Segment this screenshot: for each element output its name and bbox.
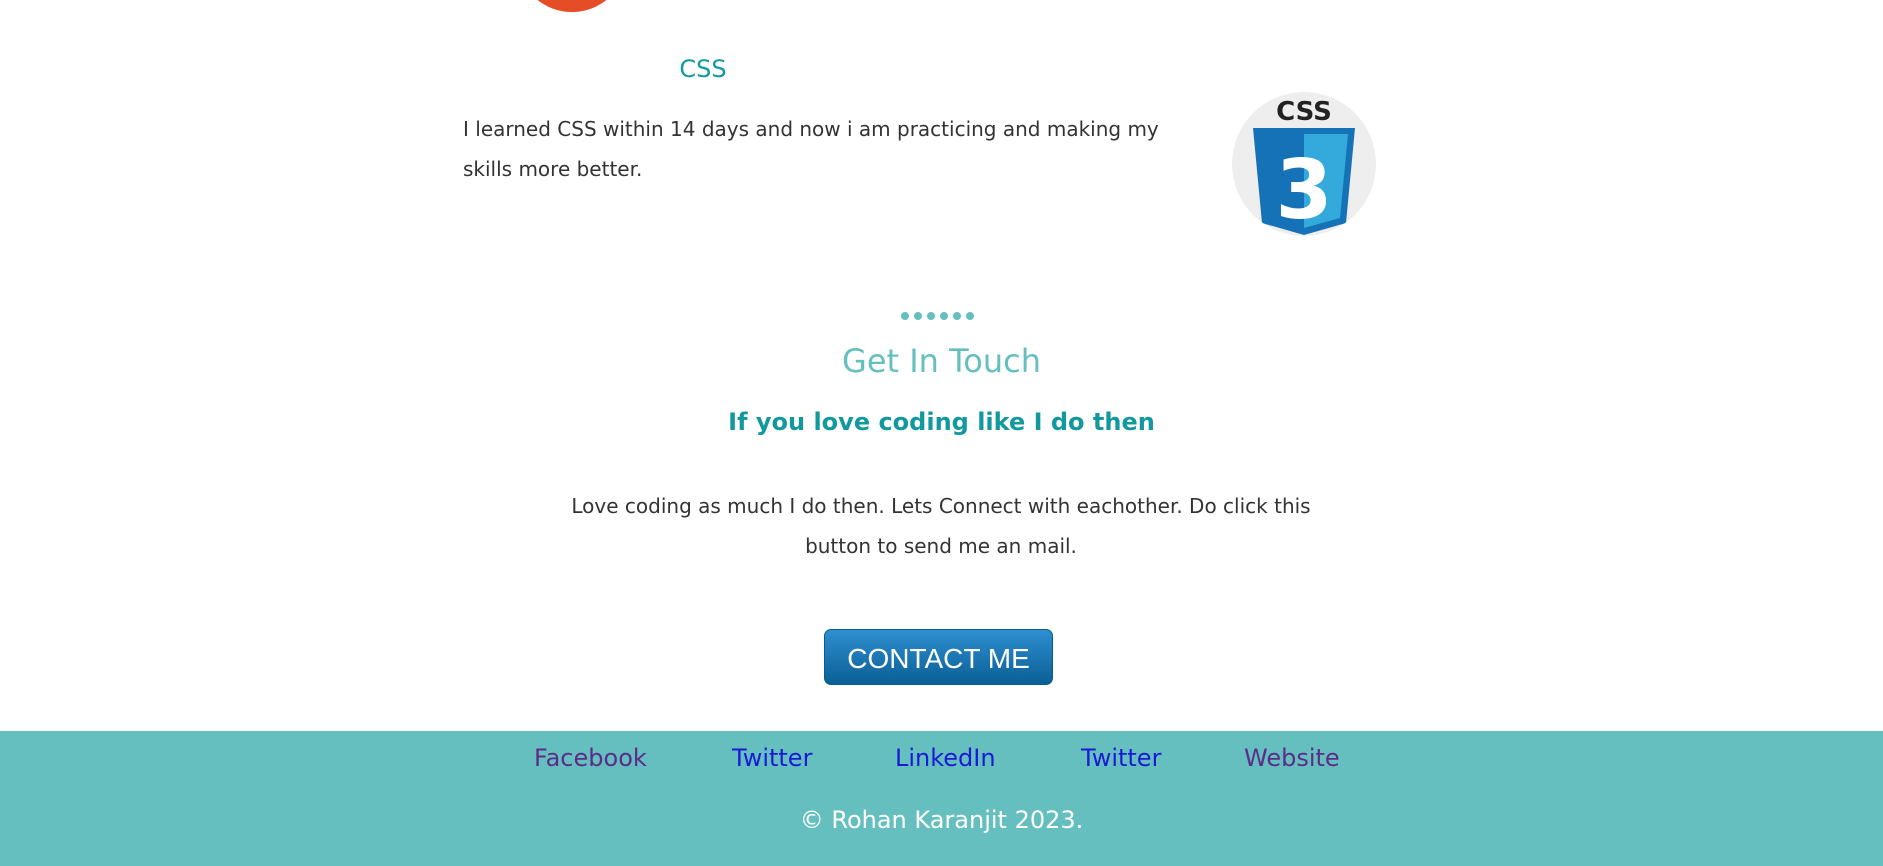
contact-subtitle: If you love coding like I do then (728, 408, 1155, 436)
css3-logo-image: CSS 3 (1232, 92, 1376, 236)
skill-description: I learned CSS within 14 days and now i a… (463, 117, 1159, 181)
dots-divider (901, 312, 974, 320)
footer-link-twitter[interactable]: Twitter (732, 744, 812, 772)
skill-title: CSS (679, 55, 727, 83)
contact-title: Get In Touch (842, 342, 1041, 380)
contact-description: Love coding as much I do then. Lets Conn… (571, 494, 1311, 558)
footer-link-linkedin[interactable]: LinkedIn (895, 744, 996, 772)
page: CSS I learned CSS within 14 days and now… (0, 0, 1883, 866)
footer-link-website[interactable]: Website (1244, 744, 1340, 772)
footer-link-twitter-2[interactable]: Twitter (1081, 744, 1161, 772)
css3-logo-icon: CSS 3 (1253, 97, 1355, 236)
css-logo-number: 3 (1275, 143, 1332, 236)
html5-logo-image (520, 0, 624, 12)
footer-link-facebook[interactable]: Facebook (534, 744, 647, 772)
footer-links: Facebook Twitter LinkedIn Twitter Websit… (0, 744, 1883, 778)
contact-me-button[interactable]: CONTACT ME (824, 629, 1053, 685)
copyright-text: © Rohan Karanjit 2023. (799, 806, 1084, 834)
css-logo-text: CSS (1276, 97, 1332, 127)
